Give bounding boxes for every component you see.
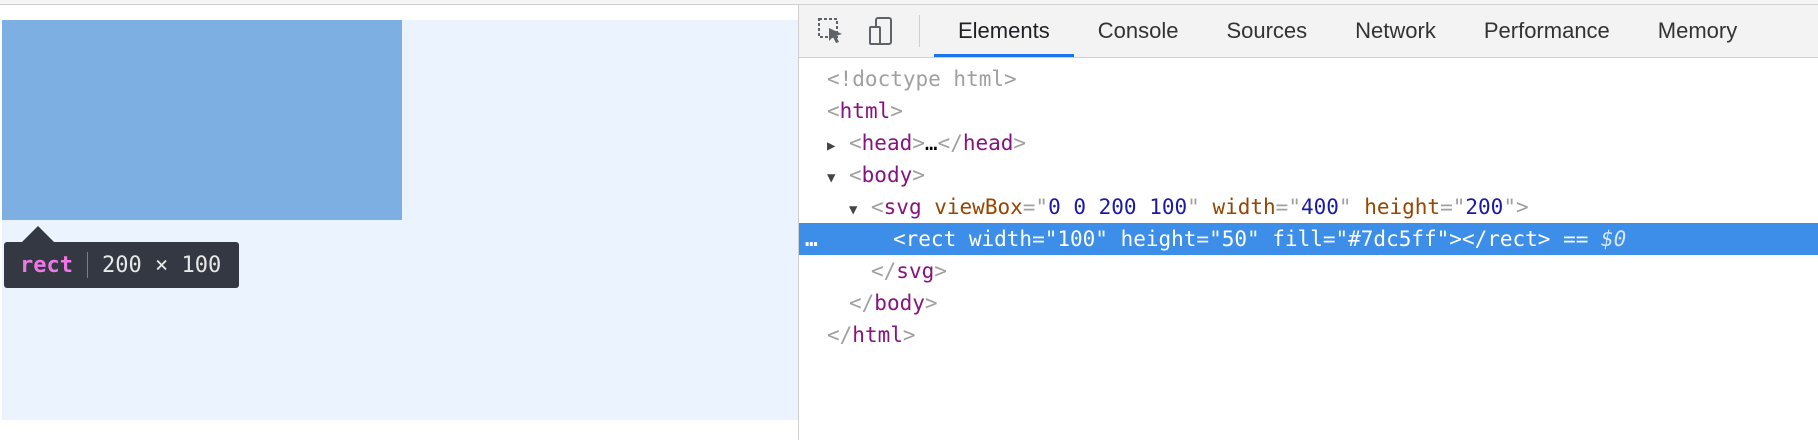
tab-performance[interactable]: Performance xyxy=(1460,5,1634,57)
dom-node-head[interactable]: ▶ <head>…</head> xyxy=(799,127,1818,159)
tooltip-separator xyxy=(86,252,88,278)
more-options-icon[interactable]: … xyxy=(805,223,818,255)
tab-network[interactable]: Network xyxy=(1331,5,1460,57)
page-viewport: rect 200 × 100 xyxy=(0,5,798,440)
toolbar-divider xyxy=(919,15,920,47)
tooltip-size: 200 × 100 xyxy=(101,252,222,278)
tooltip-tag-name: rect xyxy=(20,252,73,278)
tab-elements[interactable]: Elements xyxy=(934,5,1074,57)
expand-triangle-icon[interactable]: ▶ xyxy=(827,130,849,162)
collapse-triangle-icon[interactable]: ▼ xyxy=(827,162,849,194)
dom-node-svg-close[interactable]: </svg> xyxy=(799,255,1818,287)
dom-node-body-close[interactable]: </body> xyxy=(799,287,1818,319)
dom-node-html[interactable]: <html> xyxy=(799,95,1818,127)
rect-element[interactable] xyxy=(2,20,402,220)
dom-node-svg[interactable]: ▼ <svg viewBox="0 0 200 100" width="400" … xyxy=(799,191,1818,223)
tab-console[interactable]: Console xyxy=(1074,5,1203,57)
tab-memory[interactable]: Memory xyxy=(1634,5,1761,57)
tab-sources[interactable]: Sources xyxy=(1202,5,1331,57)
dom-tree: <!doctype html> <html> ▶ <head>…</head> ▼… xyxy=(799,63,1818,351)
devtools-panel: Elements Console Sources Network Perform… xyxy=(798,5,1818,440)
dom-node-doctype[interactable]: <!doctype html> xyxy=(799,63,1818,95)
devtools-toolbar: Elements Console Sources Network Perform… xyxy=(799,5,1818,58)
device-toolbar-icon[interactable] xyxy=(863,13,899,49)
dom-node-body[interactable]: ▼ <body> xyxy=(799,159,1818,191)
element-tooltip: rect 200 × 100 xyxy=(4,226,240,288)
inspect-element-icon[interactable] xyxy=(813,13,849,49)
dom-node-rect-selected[interactable]: … <rect width="100" height="50" fill="#7d… xyxy=(799,223,1818,255)
dom-node-html-close[interactable]: </html> xyxy=(799,319,1818,351)
collapse-triangle-icon[interactable]: ▼ xyxy=(849,194,871,226)
